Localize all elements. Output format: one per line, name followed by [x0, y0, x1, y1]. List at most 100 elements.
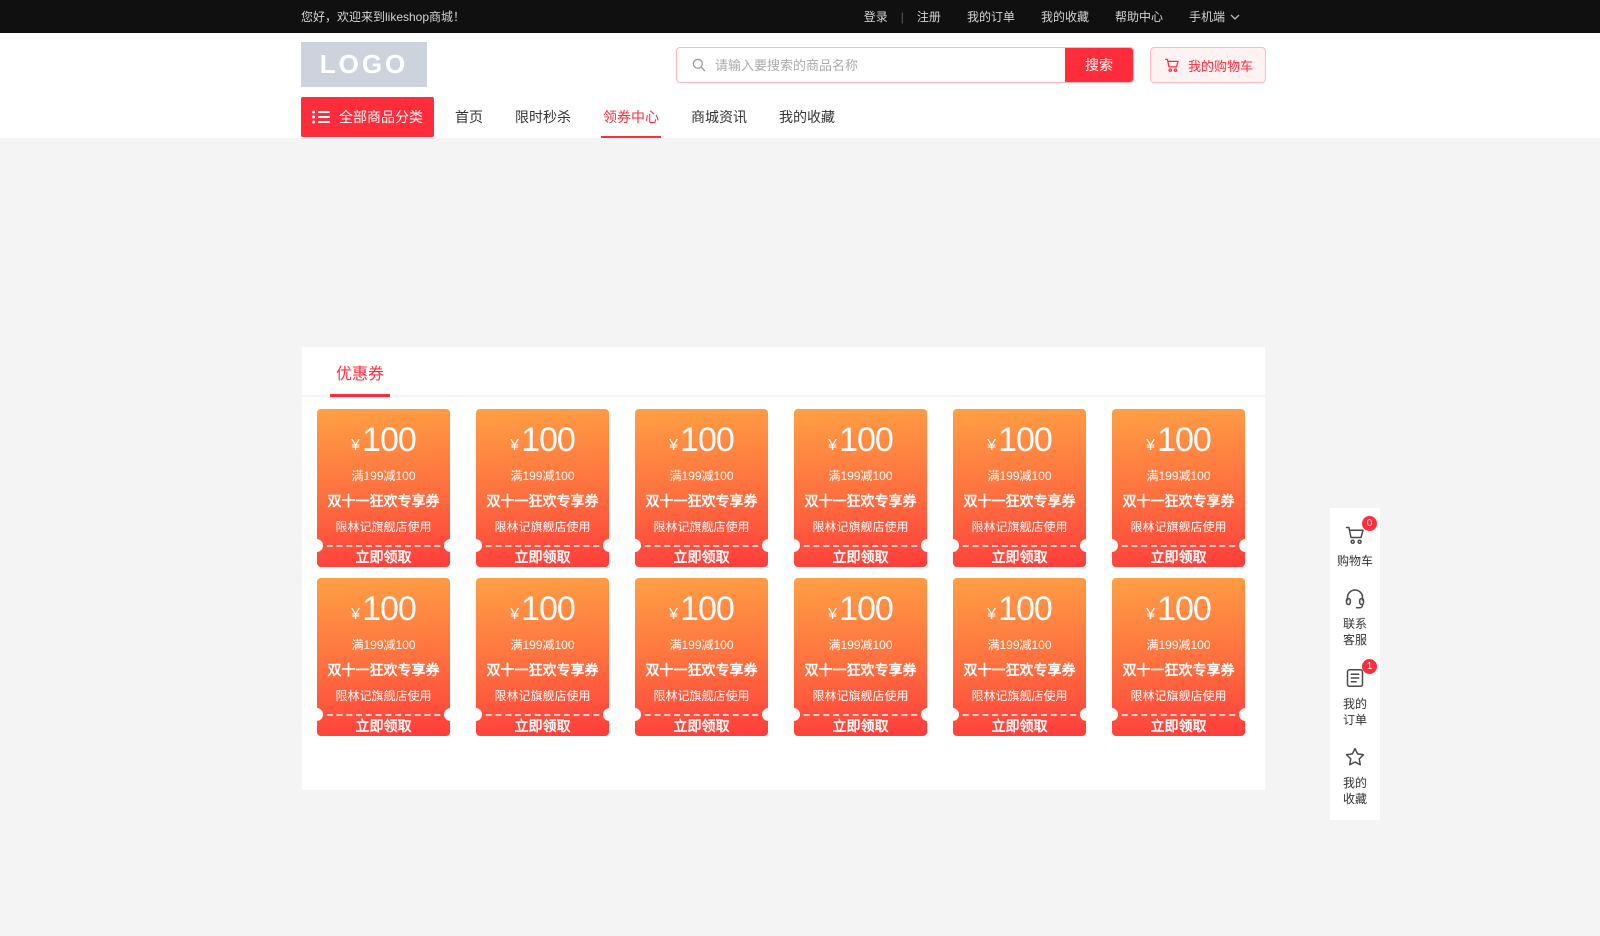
coupon-divider: [794, 714, 927, 716]
coupon-card: ¥100 满199减100 双十一狂欢专享券 限林记旗舰店使用 立即领取: [317, 578, 450, 736]
coupon-amount: 100: [1157, 590, 1211, 629]
coupon-name: 双十一狂欢专享券: [476, 660, 609, 680]
currency-symbol: ¥: [351, 606, 360, 624]
coupon-card: ¥100 满199减100 双十一狂欢专享券 限林记旗舰店使用 立即领取: [794, 409, 927, 567]
coupon-value: ¥100: [794, 589, 927, 630]
coupon-card: ¥100 满199减100 双十一狂欢专享券 限林记旗舰店使用 立即领取: [476, 409, 609, 567]
coupon-divider: [953, 545, 1086, 547]
search-icon: [677, 48, 715, 82]
claim-coupon-button[interactable]: 立即领取: [953, 716, 1086, 736]
coupon-card: ¥100 满199减100 双十一狂欢专享券 限林记旗舰店使用 立即领取: [953, 409, 1086, 567]
nav-item[interactable]: 商城资讯: [689, 96, 749, 138]
claim-coupon-button[interactable]: 立即领取: [317, 547, 450, 567]
coupon-name: 双十一狂欢专享券: [953, 660, 1086, 680]
claim-coupon-button[interactable]: 立即领取: [1112, 716, 1245, 736]
claim-coupon-button[interactable]: 立即领取: [794, 716, 927, 736]
coupon-amount: 100: [521, 590, 575, 629]
claim-coupon-button[interactable]: 立即领取: [794, 547, 927, 567]
currency-symbol: ¥: [987, 606, 996, 624]
coupon-condition: 满199减100: [1112, 467, 1245, 484]
login-link[interactable]: 登录: [851, 8, 901, 25]
coupon-name: 双十一狂欢专享券: [635, 660, 768, 680]
nav-item[interactable]: 我的收藏: [777, 96, 837, 138]
coupon-name: 双十一狂欢专享券: [476, 491, 609, 511]
claim-coupon-button[interactable]: 立即领取: [953, 547, 1086, 567]
coupon-scope: 限林记旗舰店使用: [794, 518, 927, 535]
coupon-condition: 满199减100: [476, 636, 609, 653]
coupon-name: 双十一狂欢专享券: [794, 660, 927, 680]
sidebar-item-customer-service[interactable]: 联系 客服: [1330, 586, 1380, 648]
page-body: 优惠券 ¥100 满199减100 双十一狂欢专享券 限林记旗舰店使用 立即领取: [0, 138, 1600, 936]
coupon-amount: 100: [839, 590, 893, 629]
star-icon: [1343, 745, 1367, 769]
coupon-amount: 100: [680, 590, 734, 629]
coupon-card: ¥100 满199减100 双十一狂欢专享券 限林记旗舰店使用 立即领取: [635, 578, 768, 736]
cart-icon: 0: [1343, 523, 1367, 547]
currency-symbol: ¥: [510, 606, 519, 624]
coupon-value: ¥100: [1112, 420, 1245, 461]
search-box: 搜索: [676, 47, 1134, 83]
orders-count-badge: 1: [1362, 659, 1377, 674]
claim-coupon-button[interactable]: 立即领取: [476, 716, 609, 736]
help-center-link[interactable]: 帮助中心: [1102, 8, 1176, 25]
coupon-value: ¥100: [476, 589, 609, 630]
search-input[interactable]: [715, 48, 1065, 82]
coupon-value: ¥100: [635, 589, 768, 630]
my-cart-button[interactable]: 我的购物车: [1150, 47, 1266, 83]
coupon-divider: [476, 545, 609, 547]
sidebar-item-orders[interactable]: 1 我的 订单: [1330, 666, 1380, 728]
currency-symbol: ¥: [987, 437, 996, 455]
mobile-link[interactable]: 手机端: [1176, 8, 1253, 25]
coupon-divider: [635, 714, 768, 716]
coupon-scope: 限林记旗舰店使用: [794, 687, 927, 704]
sidebar-cart-label: 购物车: [1337, 553, 1373, 569]
coupon-divider: [953, 714, 1086, 716]
currency-symbol: ¥: [669, 606, 678, 624]
my-favorites-link[interactable]: 我的收藏: [1028, 8, 1102, 25]
cart-icon: [1163, 56, 1181, 74]
coupon-amount: 100: [521, 421, 575, 460]
nav-item[interactable]: 限时秒杀: [513, 96, 573, 138]
coupon-name: 双十一狂欢专享券: [317, 660, 450, 680]
sidebar-item-cart[interactable]: 0 购物车: [1330, 523, 1380, 569]
claim-coupon-button[interactable]: 立即领取: [1112, 547, 1245, 567]
coupon-divider: [476, 714, 609, 716]
sidebar-favorites-label: 我的 收藏: [1343, 775, 1367, 807]
currency-symbol: ¥: [510, 437, 519, 455]
coupon-amount: 100: [998, 421, 1052, 460]
tab-coupons[interactable]: 优惠券: [330, 349, 390, 397]
coupon-value: ¥100: [1112, 589, 1245, 630]
coupon-grid: ¥100 满199减100 双十一狂欢专享券 限林记旗舰店使用 立即领取 ¥10…: [302, 397, 1265, 736]
my-cart-label: 我的购物车: [1188, 56, 1253, 75]
category-list-icon: [312, 110, 330, 124]
search-button[interactable]: 搜索: [1065, 48, 1133, 82]
coupon-condition: 满199减100: [635, 467, 768, 484]
logo[interactable]: LOGO: [301, 42, 427, 87]
coupon-scope: 限林记旗舰店使用: [476, 518, 609, 535]
nav-item[interactable]: 领券中心: [601, 96, 661, 138]
my-orders-link[interactable]: 我的订单: [954, 8, 1028, 25]
register-link[interactable]: 注册: [904, 8, 954, 25]
coupon-condition: 满199减100: [953, 636, 1086, 653]
coupon-condition: 满199减100: [953, 467, 1086, 484]
coupon-amount: 100: [839, 421, 893, 460]
coupon-value: ¥100: [953, 420, 1086, 461]
coupon-name: 双十一狂欢专享券: [1112, 660, 1245, 680]
claim-coupon-button[interactable]: 立即领取: [635, 547, 768, 567]
topbar-links: 登录 | 注册 我的订单 我的收藏 帮助中心 手机端: [851, 8, 1253, 25]
claim-coupon-button[interactable]: 立即领取: [317, 716, 450, 736]
claim-coupon-button[interactable]: 立即领取: [635, 716, 768, 736]
coupon-scope: 限林记旗舰店使用: [953, 687, 1086, 704]
panel-head: 优惠券: [302, 347, 1265, 397]
chevron-down-icon: [1230, 14, 1240, 20]
nav-item[interactable]: 首页: [453, 96, 485, 138]
sidebar-item-favorites[interactable]: 我的 收藏: [1330, 745, 1380, 807]
coupon-condition: 满199减100: [794, 636, 927, 653]
claim-coupon-button[interactable]: 立即领取: [476, 547, 609, 567]
coupon-card: ¥100 满199减100 双十一狂欢专享券 限林记旗舰店使用 立即领取: [794, 578, 927, 736]
all-categories-label: 全部商品分类: [339, 107, 423, 127]
coupon-condition: 满199减100: [794, 467, 927, 484]
coupon-divider: [635, 545, 768, 547]
all-categories-button[interactable]: 全部商品分类: [301, 97, 434, 137]
nav-links: 首页 限时秒杀 领券中心 商城资讯 我的收藏: [439, 97, 851, 137]
